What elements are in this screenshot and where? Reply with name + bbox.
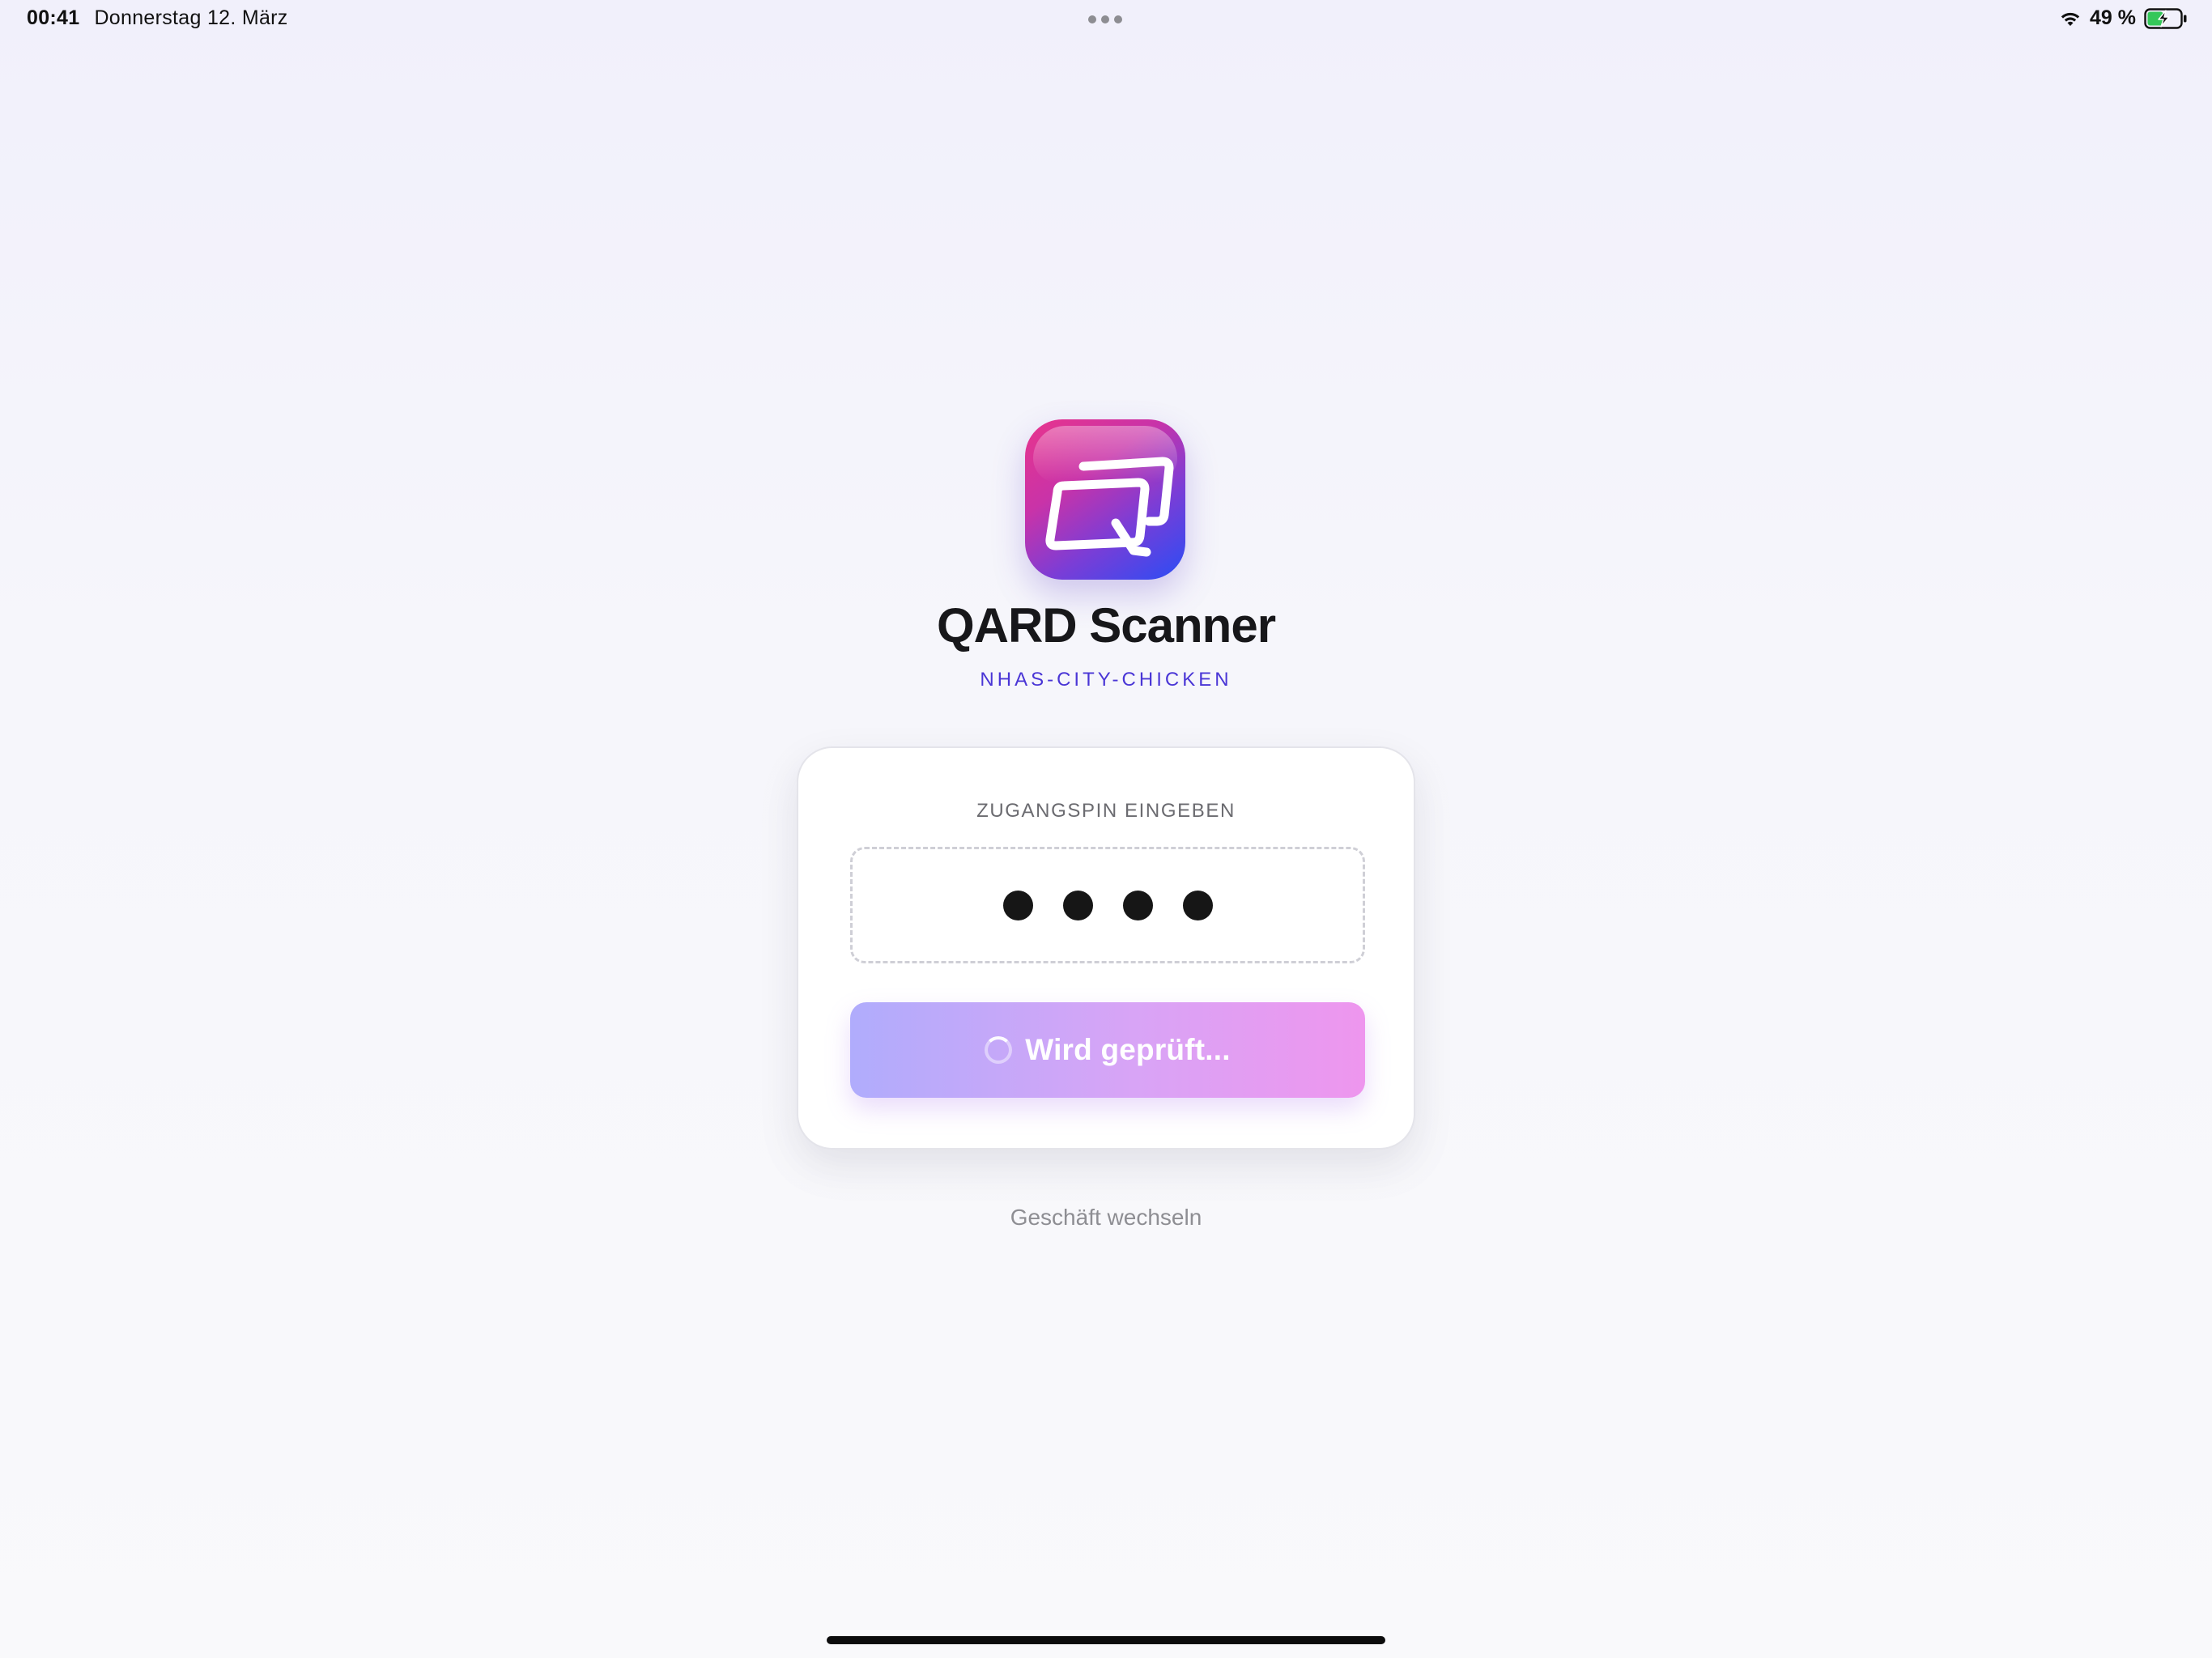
status-time-date: 00:41 Donnerstag 12. März bbox=[27, 6, 288, 30]
pin-input[interactable] bbox=[850, 847, 1365, 963]
pin-label: ZUGANGSPIN EINGEBEN bbox=[976, 800, 1236, 822]
pin-dot bbox=[1182, 890, 1213, 920]
home-indicator[interactable] bbox=[827, 1636, 1385, 1644]
multitasking-dot bbox=[1101, 15, 1109, 23]
pin-dot bbox=[1002, 890, 1033, 920]
status-date: Donnerstag 12. März bbox=[94, 6, 288, 29]
verify-button[interactable]: Wird geprüft... bbox=[850, 1002, 1365, 1098]
spinner-icon bbox=[985, 1036, 1013, 1064]
status-bar: 00:41 Donnerstag 12. März 49 % bbox=[0, 0, 2212, 39]
battery-percent: 49 % bbox=[2090, 6, 2136, 29]
pin-card: ZUGANGSPIN EINGEBEN Wird geprüft... bbox=[797, 746, 1415, 1150]
wifi-icon bbox=[2059, 10, 2082, 28]
multitasking-dot bbox=[1114, 15, 1122, 23]
verify-button-label: Wird geprüft... bbox=[1025, 1033, 1231, 1066]
app-title: QARD Scanner bbox=[936, 598, 1276, 653]
qard-logo-icon bbox=[1025, 419, 1185, 580]
pin-dot bbox=[1062, 890, 1093, 920]
multitasking-dot bbox=[1088, 15, 1096, 23]
status-time: 00:41 bbox=[27, 6, 80, 29]
store-id: NHAS-CITY-CHICKEN bbox=[980, 669, 1232, 691]
switch-store-link[interactable]: Geschäft wechseln bbox=[0, 1205, 2212, 1231]
multitasking-dots[interactable] bbox=[1088, 15, 1122, 23]
pin-dot bbox=[1122, 890, 1153, 920]
battery-charging-icon bbox=[2144, 7, 2188, 29]
status-indicators: 49 % bbox=[2059, 6, 2188, 30]
